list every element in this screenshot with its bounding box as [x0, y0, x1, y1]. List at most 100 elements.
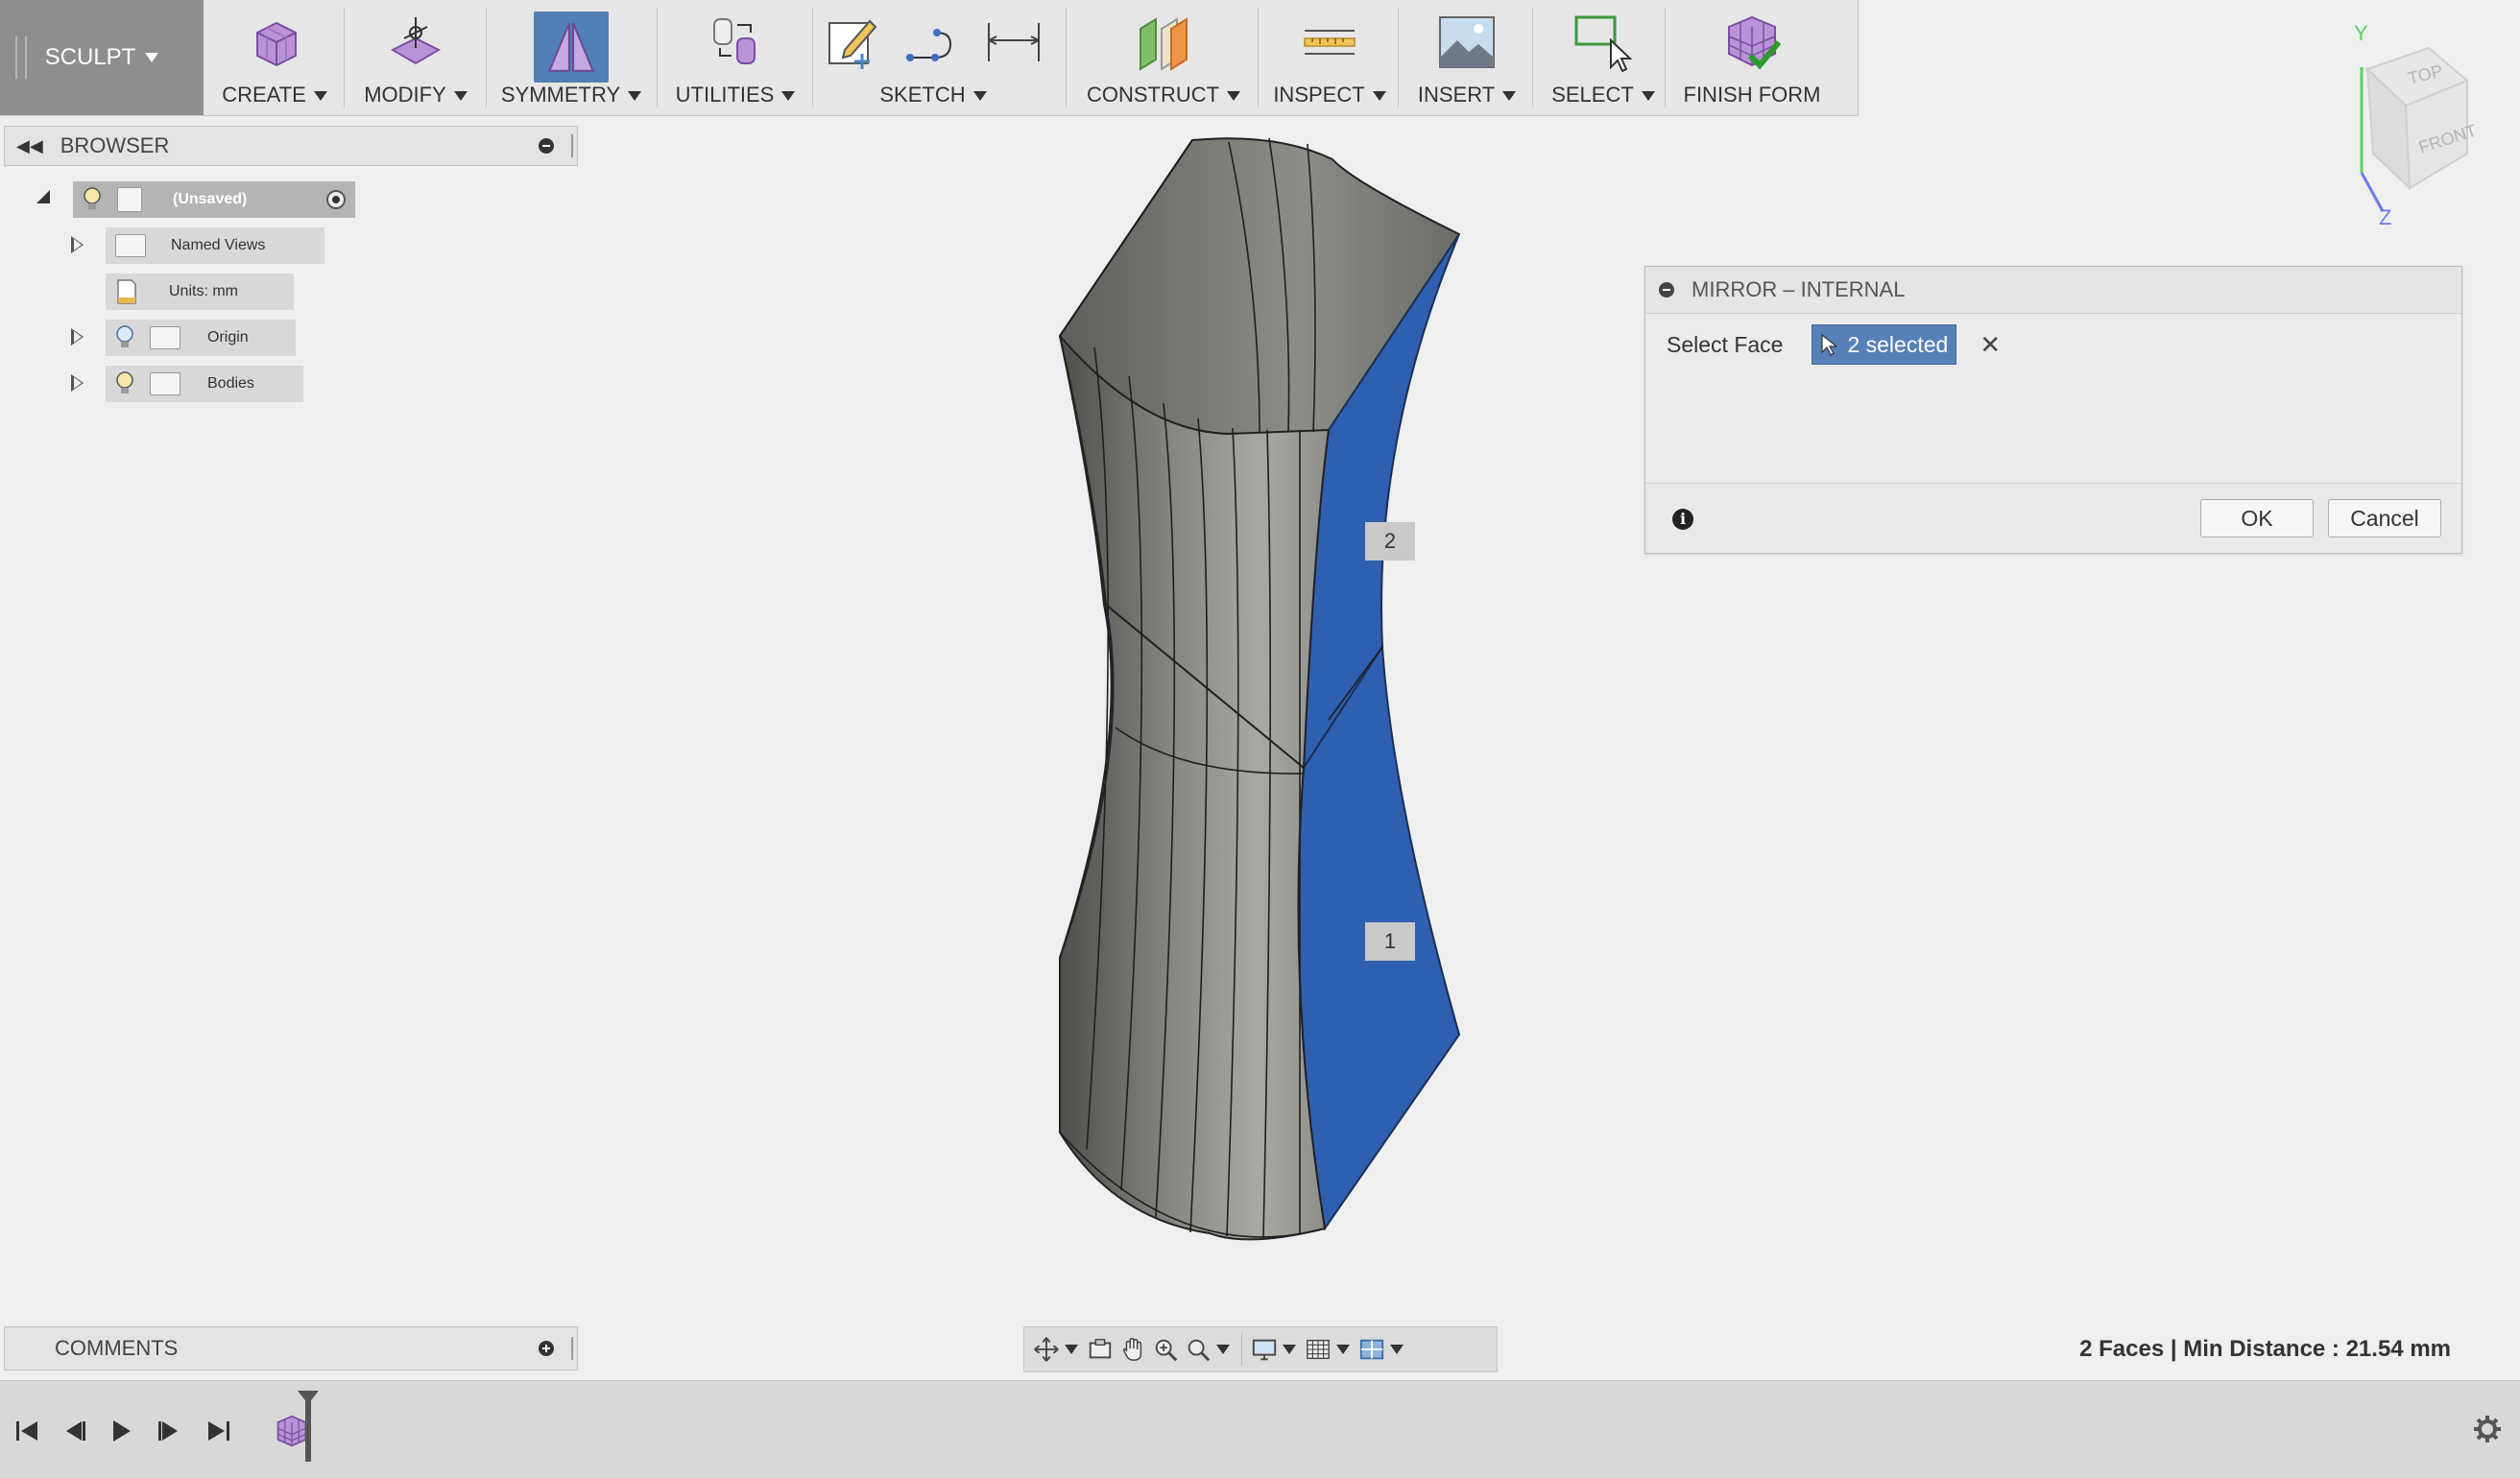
comments-panel-header[interactable]: COMMENTS: [4, 1326, 578, 1371]
zoom-window-icon[interactable]: [1149, 1333, 1182, 1366]
document-settings-icon: [117, 279, 136, 304]
select-menu-button[interactable]: SELECT: [1538, 0, 1668, 115]
chevron-down-icon: [145, 53, 159, 62]
sketch-dimension-icon: [983, 12, 1044, 73]
mirror-internal-dialog: MIRROR – INTERNAL Select Face 2 selected…: [1644, 266, 2462, 554]
browser-item-label: Origin: [207, 329, 249, 346]
collapse-dialog-icon[interactable]: [1659, 282, 1674, 298]
insert-label: INSERT: [1404, 83, 1530, 107]
construct-label: CONSTRUCT: [1071, 83, 1256, 107]
symmetry-menu-button[interactable]: SYMMETRY: [492, 0, 651, 115]
toolbar-divider: [657, 8, 658, 107]
create-label: CREATE: [209, 83, 340, 107]
axis-y-label: Y: [2354, 21, 2368, 45]
workspace-switcher-button[interactable]: SCULPT: [0, 0, 204, 115]
go-to-start-icon[interactable]: [8, 1412, 46, 1450]
nav-divider: [1241, 1333, 1242, 1366]
orbit-dropdown-icon[interactable]: [1065, 1345, 1078, 1354]
dialog-header: MIRROR – INTERNAL: [1645, 267, 2461, 314]
add-comment-icon[interactable]: [539, 1341, 554, 1356]
step-forward-icon[interactable]: [150, 1412, 188, 1450]
sculpt-body[interactable]: [1037, 125, 1536, 1248]
select-window-icon: [1572, 12, 1634, 73]
workspace-label: SCULPT: [44, 44, 136, 70]
axis-z-label: Z: [2379, 205, 2391, 229]
browser-item-named-views[interactable]: Named Views: [106, 227, 324, 264]
construct-menu-button[interactable]: CONSTRUCT: [1071, 0, 1256, 115]
select-face-label: Select Face: [1667, 331, 1784, 357]
info-icon[interactable]: i: [1672, 509, 1693, 530]
panel-resize-handle[interactable]: [571, 1337, 573, 1360]
visibility-bulb-icon[interactable]: [115, 370, 134, 397]
utilities-menu-button[interactable]: UTILITIES: [662, 0, 808, 115]
browser-title: BROWSER: [60, 133, 170, 157]
browser-item-label: Bodies: [207, 375, 254, 392]
modify-menu-button[interactable]: MODIFY: [349, 0, 482, 115]
insert-menu-button[interactable]: INSERT: [1404, 0, 1530, 115]
folder-icon: [115, 234, 146, 257]
inspect-measure-icon: [1299, 12, 1360, 73]
insert-image-icon: [1436, 12, 1498, 73]
panel-resize-handle[interactable]: [571, 134, 573, 157]
zoom-icon[interactable]: [1182, 1333, 1214, 1366]
inspect-label: INSPECT: [1263, 83, 1396, 107]
modify-edit-form-icon: [385, 12, 446, 73]
folder-icon: [150, 326, 180, 349]
browser-panel-header: ◀◀ BROWSER: [4, 126, 578, 166]
create-box-icon: [244, 12, 305, 73]
visibility-bulb-icon[interactable]: [83, 186, 102, 213]
look-at-icon[interactable]: [1084, 1333, 1116, 1366]
cancel-button[interactable]: Cancel: [2328, 499, 2441, 537]
toolbar-divider: [1398, 8, 1399, 107]
viewports-dropdown-icon[interactable]: [1390, 1345, 1404, 1354]
grid-icon[interactable]: [1302, 1333, 1334, 1366]
utilities-label: UTILITIES: [662, 83, 808, 107]
minimize-panel-icon[interactable]: [539, 138, 554, 154]
view-cube[interactable]: TOP FRONT Y Z: [2314, 19, 2486, 235]
selection-count: 2 selected: [1847, 331, 1949, 357]
go-to-end-icon[interactable]: [200, 1412, 238, 1450]
viewports-icon[interactable]: [1356, 1333, 1388, 1366]
canvas-viewport[interactable]: 2 1: [1037, 125, 1536, 1252]
face-selection-button[interactable]: 2 selected: [1812, 324, 1957, 365]
activate-radio-icon[interactable]: [326, 190, 346, 209]
folder-icon: [150, 372, 180, 395]
display-settings-icon[interactable]: [1248, 1333, 1281, 1366]
toolbar-divider: [486, 8, 487, 107]
zoom-dropdown-icon[interactable]: [1216, 1345, 1230, 1354]
display-settings-dropdown-icon[interactable]: [1283, 1345, 1296, 1354]
dialog-footer: i OK Cancel: [1645, 483, 2461, 553]
orbit-icon[interactable]: [1030, 1333, 1063, 1366]
finish-form-button[interactable]: FINISH FORM: [1670, 0, 1834, 115]
browser-item-label: Units: mm: [169, 283, 238, 299]
play-icon[interactable]: [102, 1412, 140, 1450]
timeline-form-feature-icon[interactable]: [275, 1414, 309, 1453]
create-sketch-icon: [822, 12, 883, 73]
utilities-convert-icon: [705, 12, 766, 73]
create-menu-button[interactable]: CREATE: [209, 0, 340, 115]
sketch-menu-button[interactable]: SKETCH: [818, 0, 1048, 115]
comments-title: COMMENTS: [55, 1336, 179, 1360]
toolbar-divider: [1532, 8, 1533, 107]
pan-hand-icon[interactable]: [1116, 1333, 1149, 1366]
timeline-marker[interactable]: [298, 1391, 319, 1462]
ok-button[interactable]: OK: [2200, 499, 2314, 537]
collapse-panel-icon[interactable]: ◀◀: [16, 136, 43, 156]
step-back-icon[interactable]: [56, 1412, 94, 1450]
browser-root-node[interactable]: (Unsaved): [73, 181, 355, 218]
inspect-menu-button[interactable]: INSPECT: [1263, 0, 1396, 115]
toolbar-divider: [812, 8, 813, 107]
gear-icon[interactable]: [2472, 1414, 2503, 1449]
toolbar-divider: [1258, 8, 1259, 107]
browser-item-origin[interactable]: Origin: [106, 320, 296, 356]
visibility-bulb-icon[interactable]: [115, 324, 134, 351]
browser-item-units[interactable]: Units: mm: [106, 274, 294, 310]
toolbar-grip-icon[interactable]: [15, 36, 27, 79]
browser-item-bodies[interactable]: Bodies: [106, 366, 303, 402]
select-label: SELECT: [1538, 83, 1668, 107]
toolbar-divider: [1066, 8, 1067, 107]
browser-item-label: Named Views: [171, 237, 266, 253]
browser-root-expand-icon[interactable]: [36, 190, 50, 203]
grid-dropdown-icon[interactable]: [1336, 1345, 1350, 1354]
clear-selection-icon[interactable]: ✕: [1980, 330, 2001, 360]
